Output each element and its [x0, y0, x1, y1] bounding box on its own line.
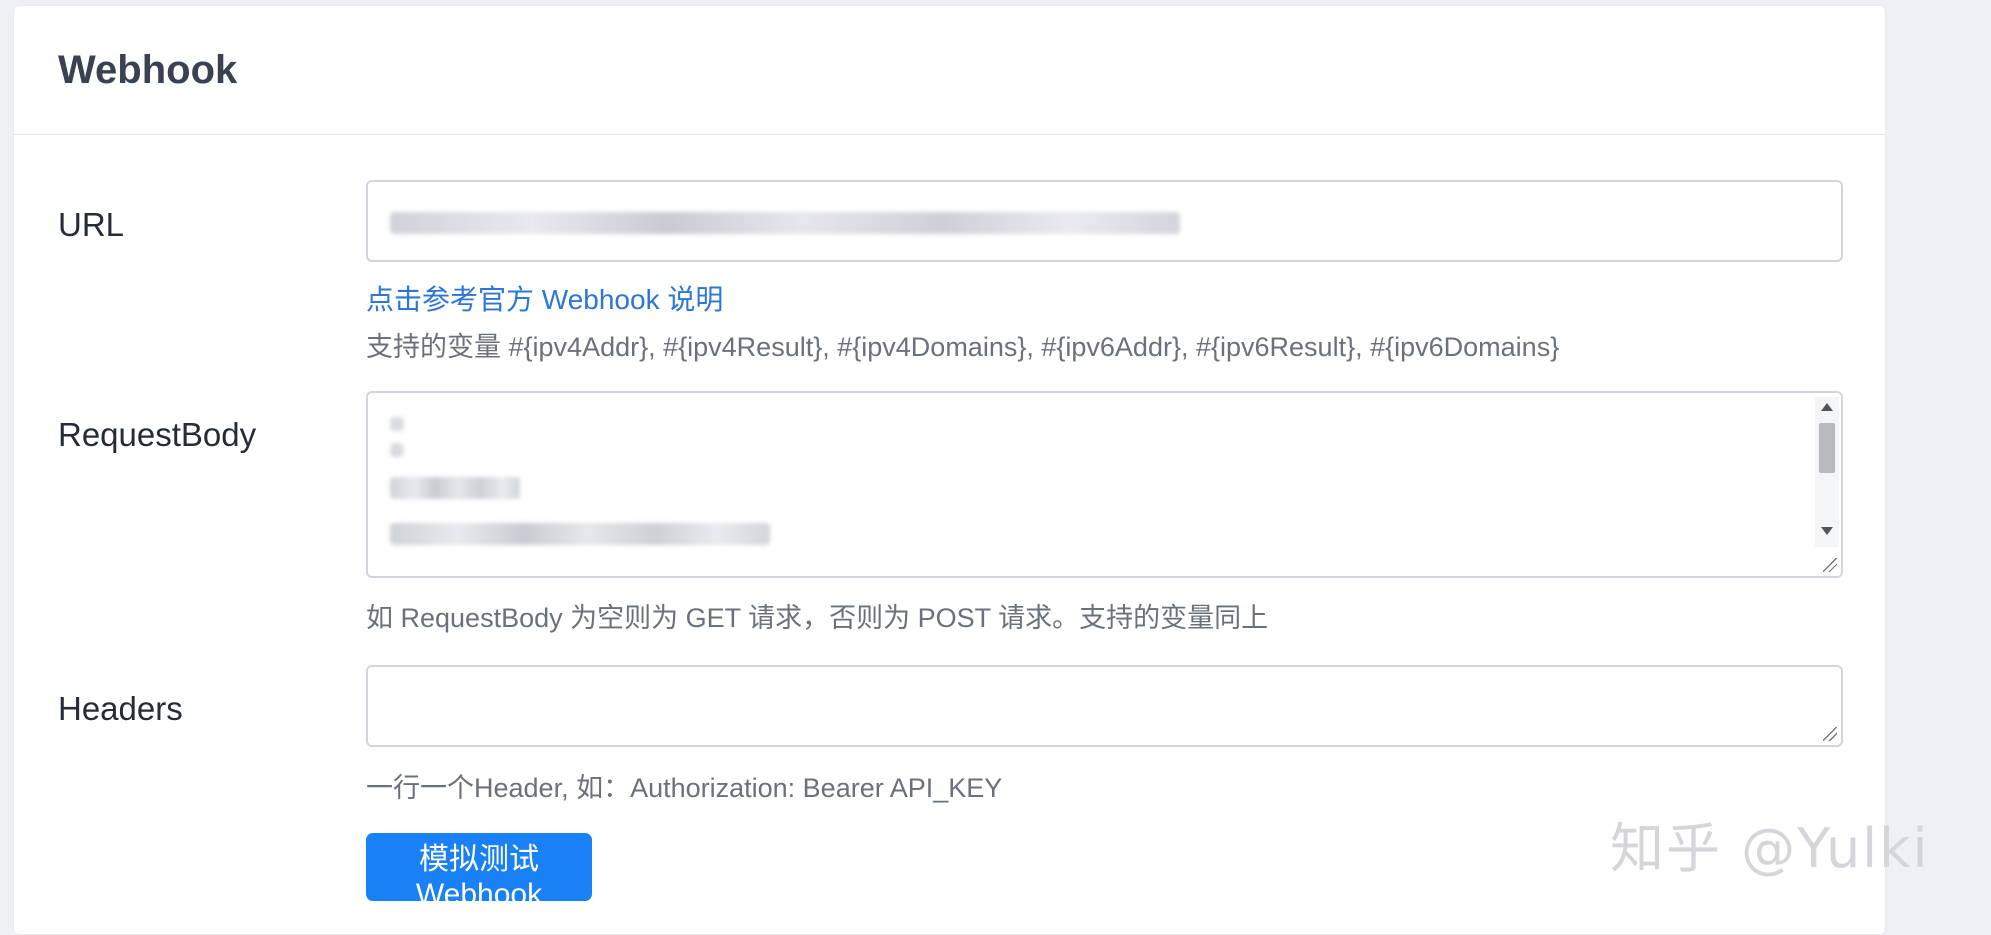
scroll-down-icon[interactable] — [1821, 527, 1833, 535]
url-label: URL — [58, 206, 125, 243]
headers-textarea[interactable] — [366, 665, 1843, 747]
test-webhook-button[interactable]: 模拟测试Webhook — [366, 833, 592, 911]
request-body-line-redacted — [390, 443, 404, 457]
request-body-line-redacted — [390, 417, 404, 431]
url-help-text: 支持的变量 #{ipv4Addr}, #{ipv4Result}, #{ipv4… — [366, 332, 1560, 362]
request-body-line-redacted — [390, 477, 520, 499]
request-body-scrollbar[interactable] — [1815, 397, 1839, 547]
url-value-redacted — [390, 212, 1180, 234]
webhook-docs-link[interactable]: 点击参考官方 Webhook 说明 — [366, 278, 723, 318]
request-body-help-text: 如 RequestBody 为空则为 GET 请求，否则为 POST 请求。支持… — [366, 603, 1269, 633]
webhook-card: Webhook URL 点击参考官方 Webhook 说明 支持的变量 #{ip… — [13, 5, 1886, 935]
card-header: Webhook — [14, 6, 1885, 135]
scroll-up-icon[interactable] — [1821, 403, 1833, 411]
watermark: 知乎 @Yulki — [1610, 817, 1930, 880]
headers-label: Headers — [58, 690, 183, 727]
resize-handle-icon[interactable] — [1823, 558, 1837, 572]
request-body-textarea[interactable] — [366, 391, 1843, 578]
headers-help-text: 一行一个Header, 如：Authorization: Bearer API_… — [366, 773, 1003, 803]
scroll-thumb[interactable] — [1819, 423, 1835, 473]
card-title: Webhook — [58, 48, 238, 92]
request-body-label: RequestBody — [58, 416, 257, 453]
resize-handle-icon[interactable] — [1823, 727, 1837, 741]
request-body-line-redacted — [390, 523, 770, 545]
url-input[interactable] — [366, 180, 1843, 262]
